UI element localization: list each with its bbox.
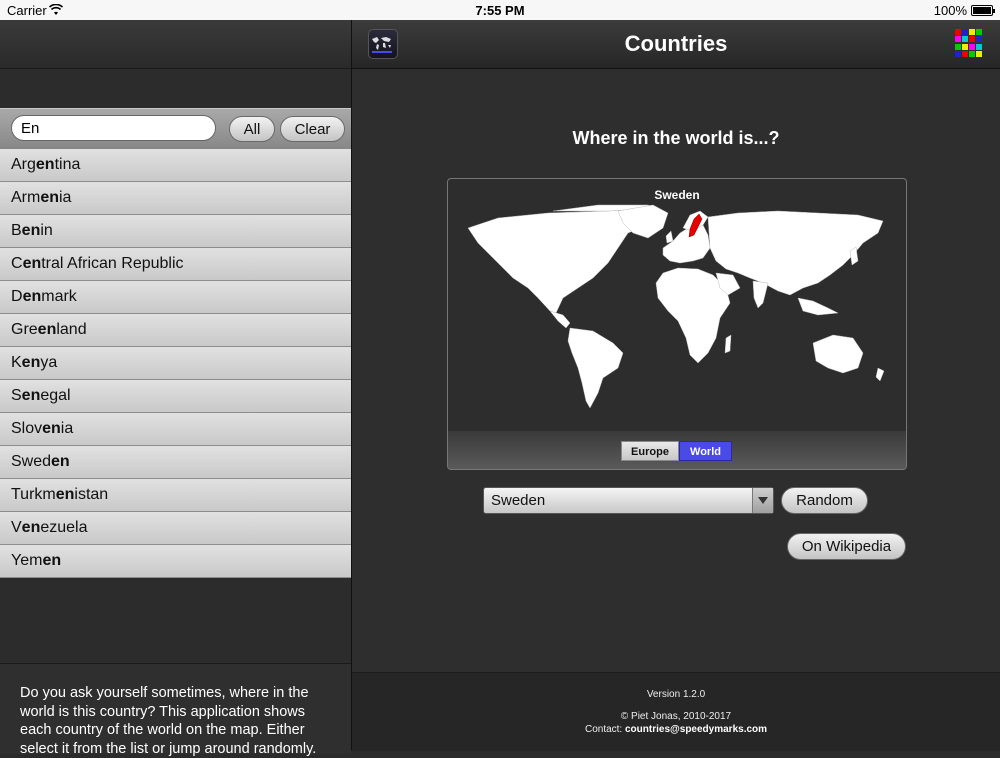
page-title: Countries <box>624 31 728 56</box>
version-label: Version 1.2.0 <box>646 689 706 700</box>
color-grid-icon[interactable] <box>955 29 983 57</box>
list-item[interactable]: Sweden <box>0 446 351 479</box>
list-item[interactable]: Yemen <box>0 545 351 578</box>
contact-email-link[interactable]: countries@speedymarks.com <box>625 724 767 735</box>
chevron-down-icon <box>752 488 773 513</box>
search-bar: All Clear <box>0 108 351 150</box>
clear-button[interactable]: Clear <box>280 116 345 142</box>
segment-world[interactable]: World <box>679 441 732 461</box>
battery-percent: 100% <box>933 3 967 18</box>
map-country-label: Sweden <box>654 188 700 202</box>
list-item[interactable]: Slovenia <box>0 413 351 446</box>
list-item[interactable]: Argentina <box>0 149 351 182</box>
country-select[interactable]: Sweden <box>483 487 774 514</box>
list-item[interactable]: Turkmenistan <box>0 479 351 512</box>
app-footer: Version 1.2.0 © Piet Jonas, 2010-2017 Co… <box>352 672 1000 751</box>
copyright-label: © Piet Jonas, 2010-2017 <box>620 711 732 722</box>
wikipedia-button[interactable]: On Wikipedia <box>787 533 906 560</box>
country-select-value: Sweden <box>491 492 546 509</box>
search-input[interactable] <box>11 115 216 141</box>
list-item[interactable]: Venezuela <box>0 512 351 545</box>
country-list-panel: All Clear ArgentinaArmeniaBeninCentral A… <box>0 20 352 757</box>
contact-label: Contact: <box>584 724 623 735</box>
clock: 7:55 PM <box>475 3 525 18</box>
left-toolbar <box>0 20 351 69</box>
battery-icon <box>971 5 995 16</box>
map-view[interactable]: Sweden Europe World <box>447 178 907 470</box>
map-toolbar: Europe World <box>448 431 906 469</box>
nav-bar: Countries <box>352 20 1000 69</box>
list-item[interactable]: Central African Republic <box>0 248 351 281</box>
description-text: Do you ask yourself sometimes, where in … <box>20 685 317 757</box>
contact-line: Contact: countries@speedymarks.com <box>352 724 1000 735</box>
app-description: Do you ask yourself sometimes, where in … <box>0 663 351 757</box>
status-bar: Carrier 7:55 PM 100% <box>0 0 1000 20</box>
main-content: Where in the world is...? Sweden Europe … <box>352 69 1000 672</box>
country-list: Argentina Armenia Benin Central African Rep… <box>0 149 351 578</box>
list-item[interactable]: Senegal <box>0 380 351 413</box>
all-button[interactable]: All <box>229 116 275 142</box>
list-item[interactable]: Greenland <box>0 314 351 347</box>
list-item[interactable]: Benin <box>0 215 351 248</box>
world-map <box>467 204 885 409</box>
list-item[interactable]: Armenia <box>0 182 351 215</box>
question-heading: Where in the world is...? <box>572 128 780 148</box>
list-item[interactable]: Kenya <box>0 347 351 380</box>
segment-europe[interactable]: Europe <box>621 441 679 461</box>
list-item[interactable]: Denmark <box>0 281 351 314</box>
random-button[interactable]: Random <box>781 487 868 514</box>
